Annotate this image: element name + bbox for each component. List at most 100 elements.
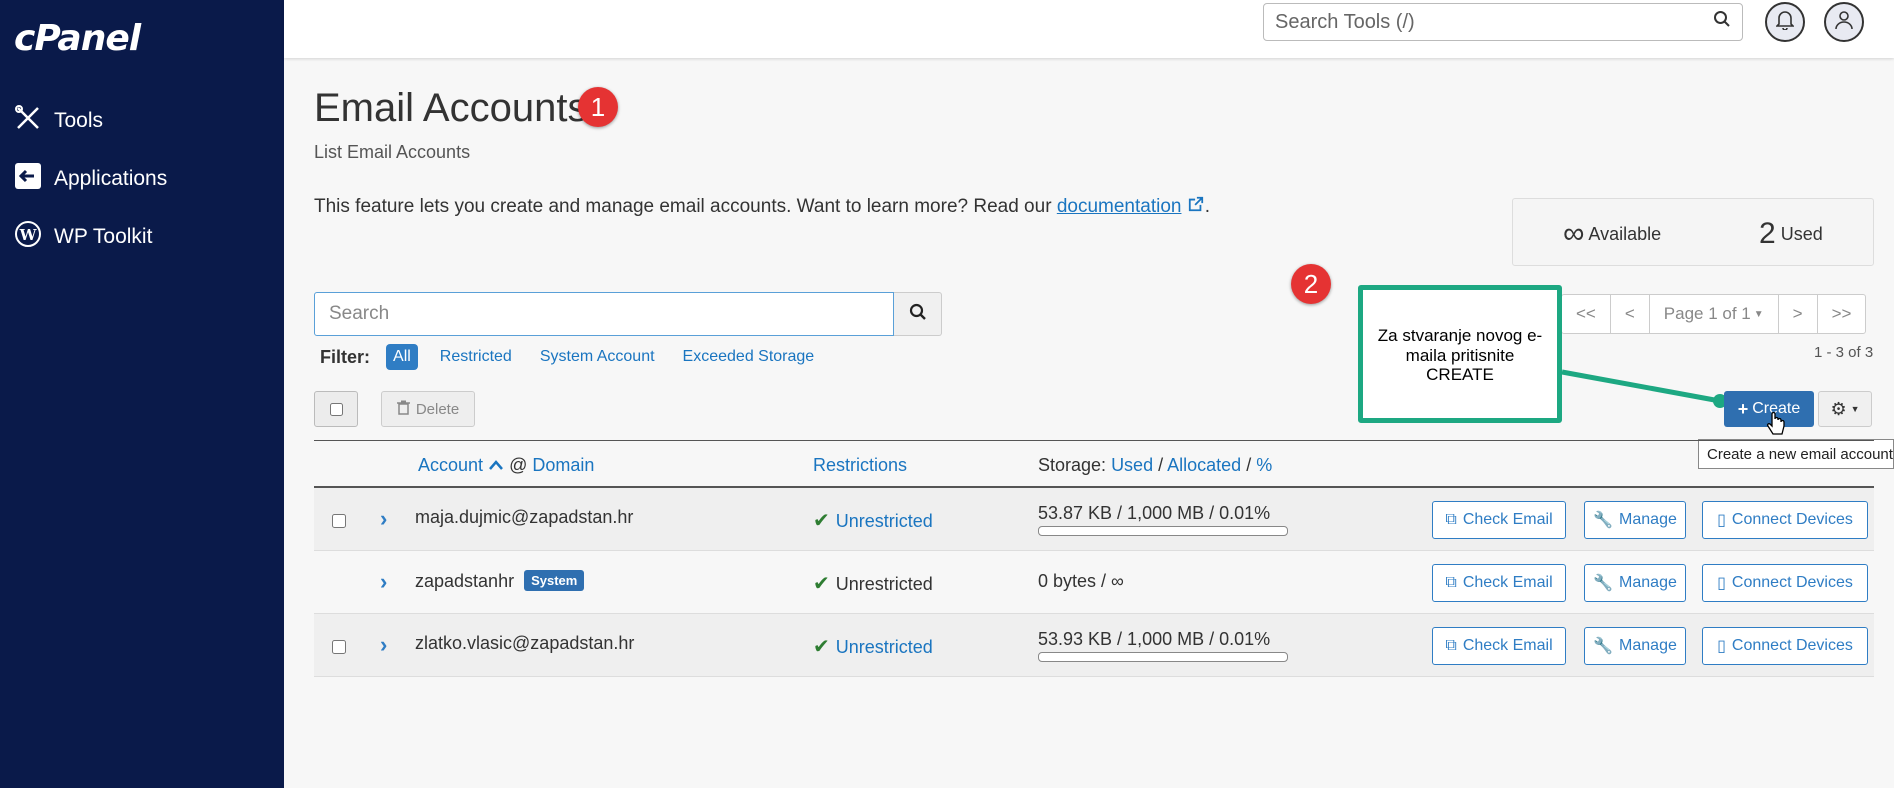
expand-chevron-icon[interactable]: › — [380, 569, 387, 595]
filter-restricted[interactable]: Restricted — [440, 348, 512, 366]
settings-dropdown-button[interactable]: ⚙ ▼ — [1818, 391, 1872, 427]
page-label: Page 1 of 1 — [1663, 304, 1751, 323]
intro-sentence: This feature lets you create and manage … — [314, 196, 1057, 217]
sidebar-item-label: Tools — [54, 109, 104, 132]
plus-icon: + — [1737, 398, 1749, 419]
page-title: Email Accounts — [314, 86, 588, 130]
row-checkbox[interactable] — [332, 514, 346, 528]
connect-devices-button[interactable]: ▯ Connect Devices — [1702, 501, 1868, 539]
available-stat: ∞ Available — [1563, 217, 1661, 251]
storage-progress-bar — [1038, 526, 1288, 536]
pagination: << < Page 1 of 1 ▼ > >> — [1561, 294, 1867, 334]
restriction-link[interactable]: Unrestricted — [836, 637, 933, 657]
connect-devices-button[interactable]: ▯ Connect Devices — [1702, 564, 1868, 602]
sidebar-item-applications[interactable]: Applications — [14, 162, 167, 196]
sidebar-item-label: Applications — [54, 167, 168, 190]
search-icon[interactable] — [1713, 10, 1731, 34]
connect-devices-button[interactable]: ▯ Connect Devices — [1702, 627, 1868, 665]
sort-used-link[interactable]: Used — [1111, 455, 1153, 475]
available-label: Available — [1588, 224, 1662, 244]
check-email-button[interactable]: ⧉ Check Email — [1432, 501, 1566, 539]
documentation-link[interactable]: documentation — [1057, 196, 1182, 217]
check-email-label: Check Email — [1462, 637, 1553, 654]
stats-panel: ∞ Available 2 Used — [1512, 198, 1874, 266]
pager-page-select[interactable]: Page 1 of 1 ▼ — [1648, 295, 1778, 333]
manage-label: Manage — [1619, 511, 1677, 528]
notifications-button[interactable] — [1765, 2, 1805, 42]
filter-system-account[interactable]: System Account — [540, 348, 655, 366]
account-name: zlatko.vlasic@zapadstan.hr — [415, 633, 635, 653]
restriction-link[interactable]: Unrestricted — [836, 511, 933, 531]
user-menu-button[interactable] — [1824, 2, 1864, 42]
sidebar-item-wp-toolkit[interactable]: W WP Toolkit — [14, 220, 152, 254]
manage-button[interactable]: 🔧 Manage — [1584, 564, 1686, 602]
used-value: 2 — [1759, 217, 1776, 250]
caret-down-icon: ▼ — [1753, 308, 1764, 320]
applications-icon — [14, 162, 42, 196]
pager-prev[interactable]: < — [1609, 295, 1649, 333]
tool-search-box[interactable] — [1263, 3, 1743, 41]
external-link-icon: ⧉ — [1445, 637, 1457, 654]
tool-search-input[interactable] — [1275, 10, 1713, 34]
search-button[interactable] — [894, 292, 942, 336]
storage-header-label: Storage: — [1038, 455, 1107, 475]
hand-cursor-icon — [1766, 412, 1785, 435]
storage-progress-bar — [1038, 652, 1288, 662]
user-icon — [1835, 10, 1853, 35]
gear-icon: ⚙ — [1830, 398, 1847, 419]
pager-last[interactable]: >> — [1816, 295, 1866, 333]
wrench-icon: 🔧 — [1593, 638, 1614, 655]
storage-usage: 53.93 KB / 1,000 MB / 0.01% — [1038, 629, 1271, 649]
row-checkbox[interactable] — [332, 640, 346, 654]
select-all-checkbox[interactable] — [329, 402, 343, 416]
sidebar-item-label: WP Toolkit — [54, 225, 153, 248]
pager-first[interactable]: << — [1562, 295, 1610, 333]
annotation-badge-2: 2 — [1291, 264, 1331, 304]
table-header: Account @ Domain Restrictions Storage: U… — [314, 440, 1874, 488]
sidebar-item-tools[interactable]: Tools — [14, 104, 103, 138]
check-email-button[interactable]: ⧉ Check Email — [1432, 627, 1566, 665]
table-row: › zlatko.vlasic@zapadstan.hr ✔ Unrestrict… — [314, 614, 1874, 677]
system-badge: System — [524, 570, 585, 591]
domain-header-label[interactable]: Domain — [532, 455, 594, 475]
manage-button[interactable]: 🔧 Manage — [1584, 627, 1686, 665]
top-bar — [284, 0, 1894, 58]
page-subtitle: List Email Accounts — [314, 142, 471, 162]
at-separator: @ — [509, 455, 528, 475]
external-link-icon[interactable] — [1187, 196, 1205, 217]
restriction-status[interactable]: ✔ Unrestricted — [813, 634, 933, 659]
restriction-text: Unrestricted — [835, 574, 933, 594]
check-email-label: Check Email — [1462, 511, 1553, 528]
manage-button[interactable]: 🔧 Manage — [1584, 501, 1686, 539]
restriction-status[interactable]: ✔ Unrestricted — [813, 508, 933, 533]
cpanel-logo[interactable]: cPanel — [14, 18, 141, 59]
annotation-callout: Za stvaranje novog e-maila pritisnite CR… — [1358, 285, 1562, 423]
account-search-input[interactable] — [314, 292, 894, 336]
intro-text: This feature lets you create and manage … — [314, 196, 1210, 218]
sidebar: cPanel Tools Applications W WP Toolkit — [0, 0, 284, 788]
check-email-button[interactable]: ⧉ Check Email — [1432, 564, 1566, 602]
account-column-header[interactable]: Account @ Domain — [418, 455, 594, 476]
account-name-text: zapadstanhr — [415, 571, 515, 591]
used-stat: 2 Used — [1759, 217, 1823, 251]
svg-text:W: W — [19, 226, 38, 244]
sort-percent-link[interactable]: % — [1256, 455, 1272, 475]
filter-exceeded-storage[interactable]: Exceeded Storage — [683, 348, 815, 366]
expand-chevron-icon[interactable]: › — [380, 506, 387, 532]
storage-separator: / — [1246, 455, 1252, 475]
restrictions-column-header[interactable]: Restrictions — [813, 455, 907, 476]
results-range: 1 - 3 of 3 — [1814, 344, 1874, 361]
delete-button[interactable]: Delete — [381, 391, 475, 427]
pager-next[interactable]: > — [1777, 295, 1817, 333]
wordpress-icon: W — [14, 220, 42, 254]
select-all-checkbox-button[interactable] — [314, 391, 358, 427]
storage-usage: 53.87 KB / 1,000 MB / 0.01% — [1038, 503, 1271, 523]
connect-devices-label: Connect Devices — [1731, 511, 1853, 528]
filter-all[interactable]: All — [386, 344, 418, 370]
wrench-icon: 🔧 — [1593, 512, 1614, 529]
account-header-label: Account — [418, 455, 484, 475]
annotation-badge-1: 1 — [578, 87, 618, 127]
expand-chevron-icon[interactable]: › — [380, 632, 387, 658]
mobile-device-icon: ▯ — [1717, 638, 1726, 655]
sort-allocated-link[interactable]: Allocated — [1167, 455, 1241, 475]
